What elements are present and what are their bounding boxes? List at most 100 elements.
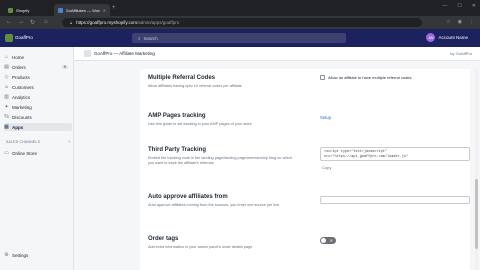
- browser-tab-shopify[interactable]: Shopify: [4, 4, 50, 16]
- setting-title: AMP Pages tracking: [148, 113, 206, 119]
- toggle-switch[interactable]: ✕: [320, 237, 336, 244]
- discounts-icon: %: [4, 114, 9, 120]
- auto-approve-sources-input[interactable]: [320, 196, 470, 204]
- new-tab-button[interactable]: +: [112, 5, 116, 11]
- toggle-knob: [321, 238, 326, 243]
- sales-channels-label: SALES CHANNELS: [6, 140, 41, 144]
- account-menu[interactable]: AN Account Name: [426, 33, 468, 42]
- app-by-link[interactable]: by GoAffPro: [450, 51, 472, 56]
- sales-channels-heading: SALES CHANNELS +: [6, 140, 70, 144]
- star-icon[interactable]: ☆: [446, 19, 450, 25]
- setting-description: Add extra information in your admin pane…: [148, 245, 253, 249]
- shopify-top-bar: GoaffPro ⌕ Search AN Account Name: [0, 29, 480, 47]
- order-tags-toggle[interactable]: ✕: [320, 237, 336, 244]
- auto-approve-sources-input-wrap: [320, 196, 470, 204]
- page-scrollbar[interactable]: [475, 69, 478, 270]
- marketing-icon: ✦: [4, 104, 9, 110]
- search-placeholder: Search: [143, 35, 158, 41]
- back-arrow-icon[interactable]: ←: [6, 19, 12, 25]
- sidebar-item-label: Settings: [12, 252, 29, 258]
- sidebar-item-label: Products: [12, 74, 30, 80]
- sidebar-item-label: Customers: [12, 84, 34, 90]
- sidebar-item-label: Home: [12, 54, 25, 60]
- close-tab-icon[interactable]: ✕: [103, 8, 106, 13]
- setting-title: Order tags: [148, 236, 179, 242]
- main-content: GoAffPro — Affiliate Marketing by GoAffP…: [74, 47, 480, 270]
- sidebar-item-orders[interactable]: ▤ Orders 9: [4, 63, 72, 71]
- browser-address-bar: ← → ↻ ⌂ 🔒︎ https://goaffpro.myshopify.co…: [0, 16, 480, 29]
- setting-title: Multiple Referral Codes: [148, 75, 216, 81]
- lock-icon: 🔒︎: [70, 20, 73, 25]
- minimize-icon[interactable]: —: [442, 3, 447, 9]
- sidebar-item-label: Analytics: [12, 94, 31, 100]
- forward-arrow-icon[interactable]: →: [18, 19, 24, 25]
- close-window-icon[interactable]: ✕: [472, 3, 476, 9]
- home-browser-icon[interactable]: ⌂: [44, 19, 48, 25]
- sidebar-item-discounts[interactable]: % Discounts: [4, 113, 72, 121]
- reload-icon[interactable]: ↻: [30, 19, 35, 26]
- sidebar-item-label: Online Store: [12, 150, 38, 156]
- sidebar-item-apps[interactable]: ▦ Apps: [4, 123, 72, 131]
- setting-multiple-referral-codes: Multiple Referral Codes Allow affiliates…: [148, 75, 468, 89]
- orders-count-badge: 9: [62, 65, 68, 69]
- browser-tab-goaffiliates[interactable]: GoAffiliates — WordPress ✕: [54, 4, 110, 16]
- sidebar-item-label: Discounts: [12, 114, 32, 120]
- checkbox-box[interactable]: [320, 75, 325, 80]
- sidebar-item-label: Orders: [12, 64, 26, 70]
- products-icon: ◇: [4, 74, 9, 80]
- url-path: /admin/apps/goaffpro: [137, 20, 180, 25]
- store-name[interactable]: GoaffPro: [15, 35, 33, 40]
- avatar: AN: [426, 33, 436, 42]
- url-host: https://goaffpro.myshopify.com: [76, 20, 138, 25]
- home-icon: ⌂: [4, 54, 9, 60]
- maximize-icon[interactable]: ☐: [457, 3, 461, 9]
- shopify-favicon-icon: [8, 7, 13, 13]
- amp-setup-link[interactable]: Setup: [320, 115, 331, 120]
- window-controls: — ☐ ✕: [442, 3, 476, 9]
- customers-icon: ☺: [3, 84, 10, 90]
- app-header: GoAffPro — Affiliate Marketing by GoAffP…: [74, 47, 480, 61]
- multiple-referral-codes-checkbox[interactable]: Allow an affiliate to have multiple refe…: [320, 75, 412, 80]
- sidebar-item-analytics[interactable]: ▥ Analytics: [4, 93, 72, 101]
- browser-extensions: ☆ ◉ ⋮: [446, 19, 474, 25]
- extension-icon[interactable]: ◉: [458, 19, 462, 25]
- setting-third-party-tracking: Third Party Tracking Embed the tracking …: [148, 147, 470, 170]
- setting-auto-approve-affiliates: Auto approve affiliates from Auto approv…: [148, 194, 470, 208]
- checkbox-label[interactable]: Allow an affiliate to have multiple refe…: [328, 75, 412, 80]
- sidebar-item-marketing[interactable]: ✦ Marketing: [4, 103, 72, 111]
- tracking-code-block: <script type="text/javascript" src="http…: [320, 147, 470, 170]
- code-line: src="https://api.goaffpro.com/loader.js": [324, 154, 409, 159]
- url-input[interactable]: 🔒︎ https://goaffpro.myshopify.com /admin…: [62, 18, 422, 27]
- settings-panel: Multiple Referral Codes Allow affiliates…: [140, 69, 470, 270]
- app-title: GoAffPro — Affiliate Marketing: [94, 51, 155, 56]
- browser-tab-bar: Shopify GoAffiliates — WordPress ✕ + — ☐…: [0, 0, 480, 16]
- sidebar-item-products[interactable]: ◇ Products: [4, 73, 72, 81]
- toggle-off-icon: ✕: [329, 238, 333, 243]
- online-store-icon: ▭: [4, 150, 9, 156]
- sidebar: ⌂ Home ▤ Orders 9 ◇ Products ☺ Customers…: [0, 47, 74, 270]
- sidebar-item-settings[interactable]: ⚙ Settings: [4, 251, 72, 259]
- tracking-code-field[interactable]: <script type="text/javascript" src="http…: [320, 147, 470, 161]
- setting-description: Auto approve affiliates coming from the …: [148, 203, 280, 207]
- sidebar-item-customers[interactable]: ☺ Customers: [4, 83, 72, 91]
- copy-code-button[interactable]: Copy: [322, 165, 470, 170]
- setting-description: Embed the tracking code in the landing p…: [148, 156, 293, 165]
- scrollbar-thumb[interactable]: [475, 179, 478, 249]
- sidebar-item-label: Marketing: [12, 104, 32, 110]
- account-name: Account Name: [438, 35, 468, 40]
- setting-description: Use this guide to set tracking in your A…: [148, 122, 252, 126]
- search-input[interactable]: ⌕ Search: [132, 33, 346, 43]
- gear-icon: ⚙: [4, 252, 9, 258]
- search-icon: ⌕: [138, 35, 141, 41]
- setting-description: Allow affiliates having upto 10 referral…: [148, 84, 242, 88]
- tab-label: GoAffiliates — WordPress: [65, 7, 100, 13]
- sidebar-item-online-store[interactable]: ▭ Online Store: [4, 149, 72, 157]
- wordpress-favicon-icon: [58, 7, 63, 13]
- setting-order-tags: Order tags Add extra information in your…: [148, 236, 468, 250]
- setting-amp-pages-tracking: AMP Pages tracking Use this guide to set…: [148, 113, 468, 127]
- store-logo-icon[interactable]: [5, 34, 13, 42]
- sidebar-item-home[interactable]: ⌂ Home: [4, 53, 72, 61]
- menu-dots-icon[interactable]: ⋮: [469, 19, 474, 25]
- sidebar-item-label: Apps: [12, 124, 24, 130]
- add-channel-button[interactable]: +: [68, 140, 70, 144]
